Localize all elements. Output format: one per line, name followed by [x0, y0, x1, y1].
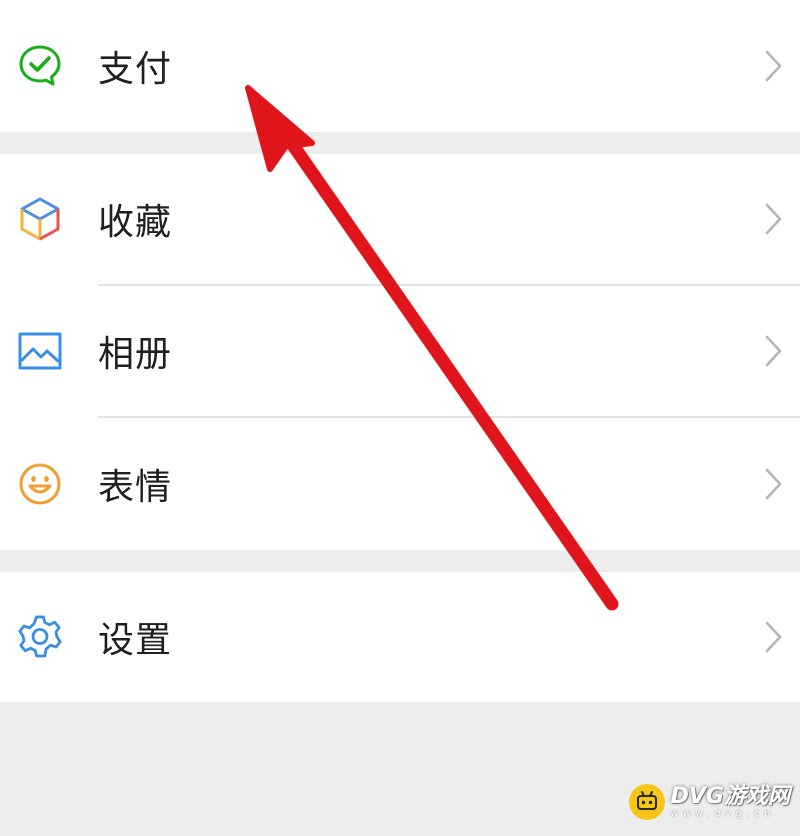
menu-item-label: 表情: [98, 467, 173, 508]
chevron-right-icon: [764, 202, 784, 236]
photo-album-icon: [16, 327, 64, 375]
menu-item-stickers[interactable]: 表情: [0, 418, 800, 550]
menu-item-label: 设置: [98, 620, 173, 661]
menu-item-label: 支付: [98, 49, 173, 90]
chevron-right-icon: [764, 334, 784, 368]
gear-icon: [16, 613, 64, 661]
menu-item-label: 收藏: [98, 202, 173, 243]
watermark-title: DVG游戏网: [670, 783, 790, 809]
menu-item-pay[interactable]: 支付: [0, 0, 800, 132]
chevron-right-icon: [764, 620, 784, 654]
cube-icon: [16, 195, 64, 243]
smiley-icon: [16, 460, 64, 508]
watermark-url: www.dvg.cn: [670, 808, 776, 819]
menu-item-settings[interactable]: 设置: [0, 572, 800, 702]
menu-group-main: 收藏 相册 表情: [0, 154, 800, 550]
watermark: DVG游戏网 www.dvg.cn: [628, 774, 790, 830]
wallet-check-icon: [16, 42, 64, 90]
gamepad-logo-icon: [628, 784, 665, 820]
chevron-right-icon: [764, 467, 784, 501]
menu-item-favorites[interactable]: 收藏: [0, 154, 800, 284]
menu-group-pay: 支付: [0, 0, 800, 132]
menu-item-label: 相册: [98, 334, 173, 375]
chevron-right-icon: [764, 49, 784, 83]
menu-group-settings: 设置: [0, 572, 800, 702]
menu-item-album[interactable]: 相册: [0, 286, 800, 416]
